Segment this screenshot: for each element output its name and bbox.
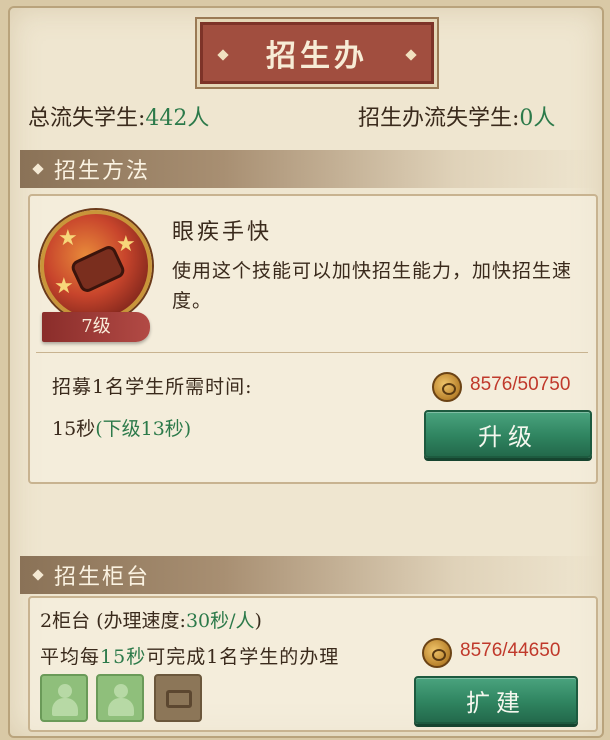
diamond-icon bbox=[32, 569, 44, 581]
recruit-time: 15秒(下级13秒) bbox=[52, 414, 191, 441]
skill-name: 眼疾手快 bbox=[172, 220, 273, 245]
upgrade-button[interactable]: 升级 bbox=[424, 410, 592, 458]
star-icon: ★ bbox=[54, 274, 74, 299]
title-ornament-left-icon bbox=[217, 49, 229, 61]
method-section-title: 招生方法 bbox=[54, 159, 151, 184]
coin-icon bbox=[432, 372, 462, 402]
diamond-icon bbox=[32, 163, 44, 175]
skill-level-badge: 7级 bbox=[42, 312, 150, 342]
total-lost-label: 总流失学生: bbox=[28, 106, 146, 131]
upgrade-cost: 8576/50750 bbox=[470, 374, 571, 395]
counter-average: 平均每15秒可完成1名学生的办理 bbox=[40, 642, 339, 669]
desk-icon bbox=[166, 690, 192, 708]
counter-suffix: ) bbox=[254, 610, 262, 632]
title-plate: 招生办 bbox=[200, 22, 434, 84]
expand-cost: 8576/44650 bbox=[460, 640, 561, 661]
recruit-time-next: (下级13秒) bbox=[95, 418, 192, 440]
counter-slot-occupied[interactable] bbox=[96, 674, 144, 722]
avg-prefix: 平均每 bbox=[40, 646, 101, 668]
counter-speed: 30秒/人 bbox=[185, 610, 255, 632]
page-title: 招生办 bbox=[266, 39, 368, 74]
office-lost-value: 0人 bbox=[519, 106, 556, 131]
office-lost-students: 招生办流失学生:0人 bbox=[358, 100, 555, 132]
counter-slot-occupied[interactable] bbox=[40, 674, 88, 722]
total-lost-value: 442人 bbox=[145, 106, 210, 131]
total-lost-students: 总流失学生:442人 bbox=[28, 100, 209, 132]
recruit-time-label: 招募1名学生所需时间: bbox=[52, 376, 253, 398]
person-icon bbox=[114, 684, 128, 698]
skill-description: 使用这个技能可以加快招生能力，加快招生速度。 bbox=[172, 260, 573, 312]
person-body-shape bbox=[108, 698, 134, 716]
counter-section-header: 招生柜台 bbox=[20, 556, 600, 594]
avg-suffix: 可完成1名学生的办理 bbox=[146, 646, 340, 668]
star-icon: ★ bbox=[116, 232, 136, 257]
recruit-time-value: 15秒 bbox=[52, 418, 96, 440]
scroll-skill-icon[interactable]: ★ ★ ★ bbox=[40, 210, 152, 322]
counter-info: 2柜台 (办理速度:30秒/人) bbox=[40, 606, 262, 633]
counter-section-title: 招生柜台 bbox=[54, 565, 151, 590]
title-ornament-right-icon bbox=[405, 49, 417, 61]
coin-icon bbox=[422, 638, 452, 668]
star-icon: ★ bbox=[58, 226, 78, 251]
person-icon bbox=[58, 684, 72, 698]
counter-slot-empty[interactable] bbox=[154, 674, 202, 722]
avg-seconds: 15秒 bbox=[100, 646, 147, 668]
method-section-header: 招生方法 bbox=[20, 150, 600, 188]
counter-prefix: 2柜台 (办理速度: bbox=[40, 610, 186, 632]
divider bbox=[36, 352, 588, 353]
office-lost-label: 招生办流失学生: bbox=[358, 106, 520, 131]
person-body-shape bbox=[52, 698, 78, 716]
expand-button[interactable]: 扩建 bbox=[414, 676, 578, 724]
